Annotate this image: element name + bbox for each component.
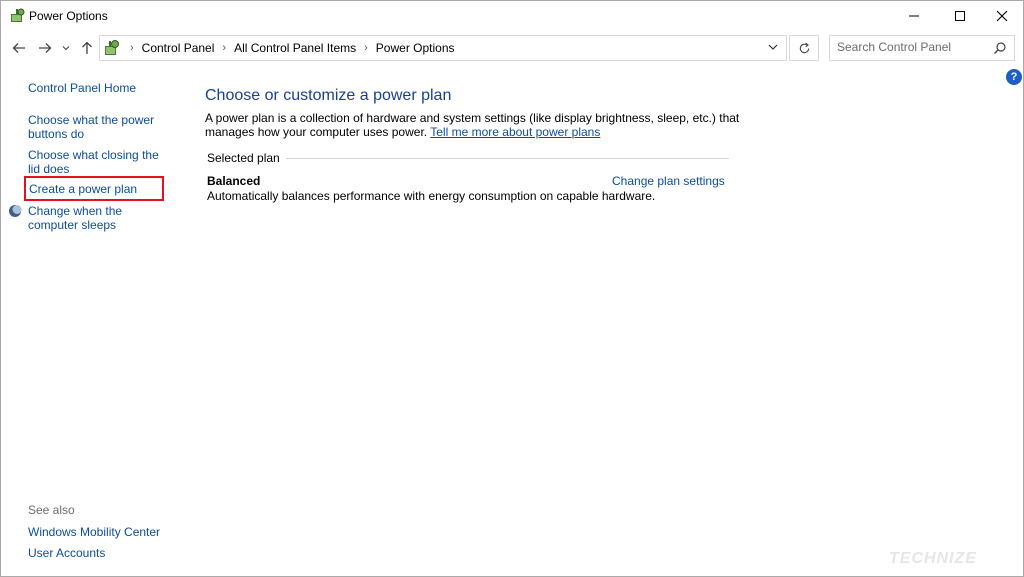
breadcrumb: › Control Panel › All Control Panel Item… <box>122 41 455 55</box>
breadcrumb-all-control-panel-items[interactable]: All Control Panel Items <box>234 41 356 55</box>
maximize-button[interactable] <box>937 1 983 31</box>
refresh-icon <box>799 42 809 53</box>
control-panel-icon <box>105 40 119 55</box>
window-title: Power Options <box>29 9 108 23</box>
address-dropdown-icon[interactable] <box>766 40 780 54</box>
help-icon[interactable]: ? <box>1006 69 1022 85</box>
see-also-heading: See also <box>28 503 75 517</box>
power-options-app-icon <box>11 8 25 22</box>
close-icon <box>996 10 1008 22</box>
page-title: Choose or customize a power plan <box>205 87 452 104</box>
power-options-window: Power Options › Control Panel › All Cont… <box>0 0 1024 577</box>
search-input[interactable] <box>830 36 987 58</box>
search-box[interactable] <box>829 35 1015 61</box>
breadcrumb-power-options[interactable]: Power Options <box>376 41 455 55</box>
watermark: TECHNIZE <box>889 550 977 567</box>
up-button[interactable] <box>77 38 97 58</box>
close-button[interactable] <box>979 1 1023 31</box>
breadcrumb-control-panel[interactable]: Control Panel <box>142 41 215 55</box>
change-plan-settings-link[interactable]: Change plan settings <box>612 174 725 188</box>
control-panel-home-link[interactable]: Control Panel Home <box>28 81 173 95</box>
address-bar[interactable]: › Control Panel › All Control Panel Item… <box>99 35 787 61</box>
sidebar-item-power-buttons[interactable]: Choose what the power buttons do <box>28 113 158 141</box>
breadcrumb-separator[interactable]: › <box>222 42 226 54</box>
chevron-down-icon <box>62 46 70 51</box>
sidebar-item-computer-sleeps[interactable]: Change when the computer sleeps <box>28 204 173 232</box>
title-bar: Power Options <box>1 1 1023 31</box>
search-icon[interactable] <box>993 41 1007 55</box>
breadcrumb-separator[interactable]: › <box>364 42 368 54</box>
selected-plan-heading: Selected plan <box>207 151 286 165</box>
arrow-left-icon <box>12 43 25 53</box>
forward-button[interactable] <box>35 38 55 58</box>
minimize-button[interactable] <box>891 1 937 31</box>
user-accounts-link[interactable]: User Accounts <box>28 546 173 560</box>
breadcrumb-separator: › <box>130 42 134 54</box>
left-navigation-pane: Control Panel Home Choose what the power… <box>1 63 181 576</box>
refresh-button[interactable] <box>789 35 819 61</box>
navigation-bar: › Control Panel › All Control Panel Item… <box>1 35 1023 61</box>
minimize-icon <box>909 15 919 17</box>
maximize-icon <box>955 11 965 21</box>
recent-locations-button[interactable] <box>59 38 73 58</box>
moon-icon <box>9 205 22 217</box>
page-description: A power plan is a collection of hardware… <box>205 111 745 139</box>
plan-description: Automatically balances performance with … <box>207 189 656 203</box>
selected-plan-section: Selected plan <box>207 151 729 167</box>
plan-name: Balanced <box>207 174 261 188</box>
learn-more-link[interactable]: Tell me more about power plans <box>430 125 600 139</box>
back-button[interactable] <box>9 38 29 58</box>
sidebar-item-create-power-plan[interactable]: Create a power plan <box>29 182 174 196</box>
windows-mobility-center-link[interactable]: Windows Mobility Center <box>28 525 173 539</box>
sidebar-item-closing-lid[interactable]: Choose what closing the lid does <box>28 148 168 176</box>
arrow-right-icon <box>39 43 52 53</box>
arrow-up-icon <box>82 41 92 54</box>
